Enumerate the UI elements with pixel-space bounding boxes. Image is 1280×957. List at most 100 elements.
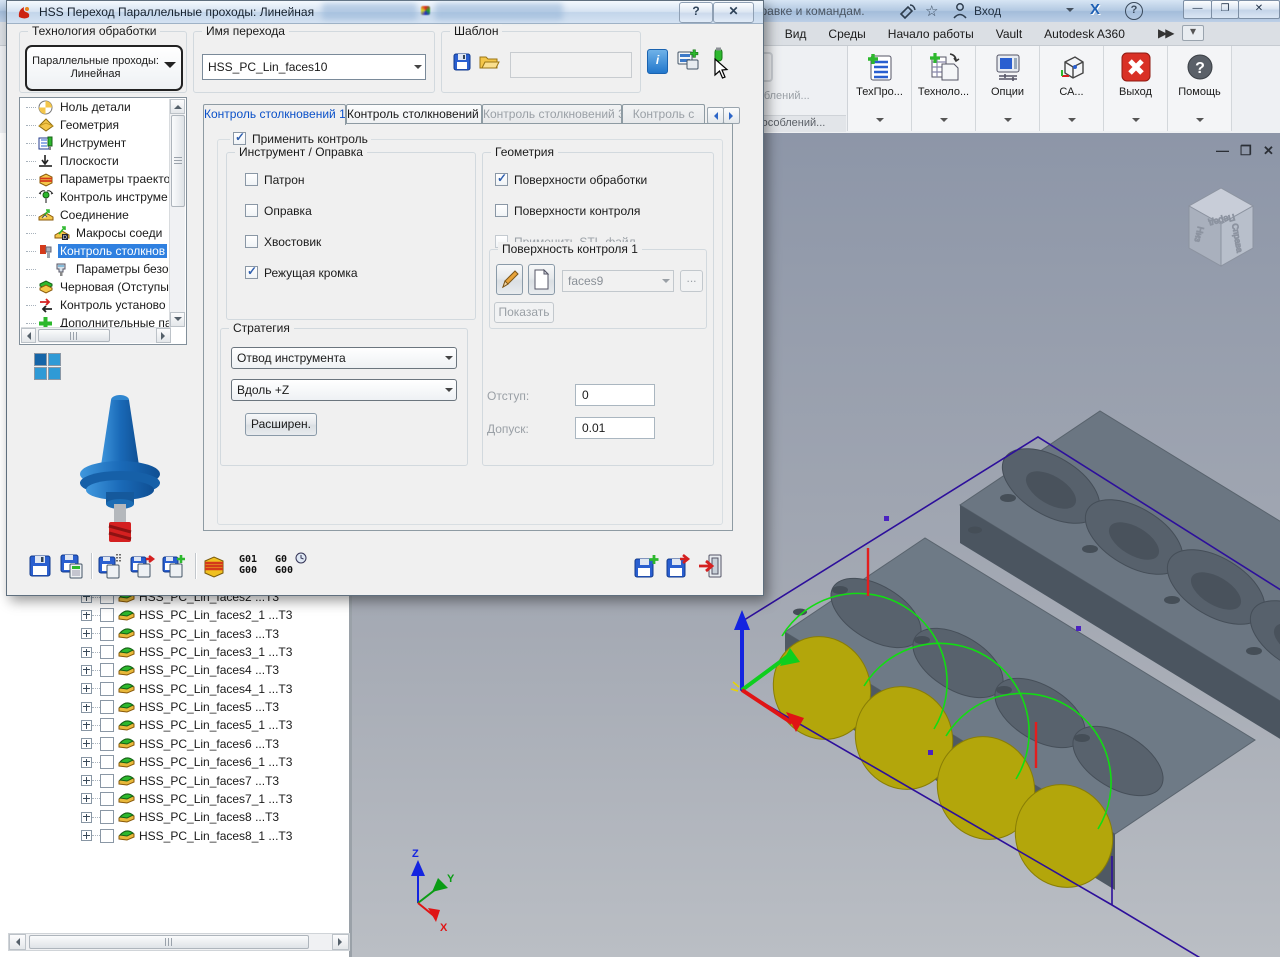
open-template-icon[interactable] bbox=[478, 52, 500, 72]
visibility-checkbox[interactable] bbox=[100, 828, 114, 843]
scroll-right-icon[interactable] bbox=[332, 934, 349, 950]
visibility-checkbox[interactable] bbox=[100, 626, 114, 641]
ribbon-tab-4[interactable]: Vault bbox=[996, 27, 1022, 41]
direction-combo[interactable]: Вдоль +Z bbox=[231, 379, 457, 401]
strategy-combo[interactable]: Отвод инструмента bbox=[231, 347, 457, 369]
ribbon-collapse-icon[interactable]: ▾ bbox=[1182, 25, 1204, 41]
browser-item-11[interactable]: HSS_PC_Lin_faces7_1 ...T3 bbox=[0, 790, 292, 808]
visibility-checkbox[interactable] bbox=[100, 718, 114, 733]
dropdown-caret-icon[interactable] bbox=[875, 118, 884, 126]
checkbox[interactable] bbox=[495, 204, 508, 217]
expand-plus-icon[interactable] bbox=[81, 793, 92, 805]
dialog-titlebar[interactable]: HSS Переход Параллельные проходы: Линейн… bbox=[7, 1, 763, 24]
expand-plus-icon[interactable] bbox=[81, 628, 92, 640]
app-close-button[interactable]: ✕ bbox=[1238, 0, 1280, 19]
tool-check-0[interactable]: Патрон bbox=[245, 173, 358, 187]
transition-name-combo[interactable]: HSS_PC_Lin_faces10 bbox=[202, 54, 426, 80]
control-surface-combo[interactable]: faces9 bbox=[562, 270, 674, 292]
save-compute-icon[interactable] bbox=[59, 553, 85, 579]
favorites-star-icon[interactable]: ☆ bbox=[925, 2, 938, 20]
show-button[interactable]: Показать bbox=[494, 302, 554, 323]
visibility-checkbox[interactable] bbox=[100, 645, 114, 660]
browser-item-1[interactable]: HSS_PC_Lin_faces2_1 ...T3 bbox=[0, 606, 292, 624]
browser-item-4[interactable]: HSS_PC_Lin_faces4 ...T3 bbox=[0, 661, 279, 679]
ribbon-button-cam[interactable]: СА... bbox=[1040, 46, 1104, 131]
tree-item-9[interactable]: Параметры безо bbox=[20, 260, 186, 278]
browser-item-2[interactable]: HSS_PC_Lin_faces3 ...T3 bbox=[0, 625, 279, 643]
save-add-icon[interactable] bbox=[633, 553, 659, 579]
compute-run-icon[interactable] bbox=[129, 553, 155, 579]
offset-field[interactable]: 0 bbox=[575, 384, 655, 406]
expand-plus-icon[interactable] bbox=[81, 830, 92, 842]
exit-dialog-icon[interactable] bbox=[697, 553, 723, 579]
template-field[interactable] bbox=[510, 52, 632, 78]
tolerance-field[interactable]: 0.01 bbox=[575, 417, 655, 439]
tree-item-3[interactable]: Плоскости bbox=[20, 152, 186, 170]
browse-surface-button[interactable]: ... bbox=[680, 270, 703, 292]
dropdown-caret-icon[interactable] bbox=[1195, 118, 1204, 126]
browser-item-8[interactable]: HSS_PC_Lin_faces6 ...T3 bbox=[0, 735, 279, 753]
visibility-checkbox[interactable] bbox=[100, 663, 114, 678]
expand-plus-icon[interactable] bbox=[81, 756, 92, 768]
apply-settings-icon[interactable] bbox=[675, 48, 702, 75]
ribbon-tab-1[interactable]: Вид bbox=[785, 27, 807, 41]
ribbon-button-exit[interactable]: Выход bbox=[1104, 46, 1168, 131]
dropdown-caret-icon[interactable] bbox=[1067, 118, 1076, 126]
browser-item-6[interactable]: HSS_PC_Lin_faces5 ...T3 bbox=[0, 698, 279, 716]
info-button[interactable]: i bbox=[647, 49, 668, 74]
browser-item-9[interactable]: HSS_PC_Lin_faces6_1 ...T3 bbox=[0, 753, 292, 771]
browser-hscroll-thumb[interactable] bbox=[29, 935, 309, 949]
browser-item-10[interactable]: HSS_PC_Lin_faces7 ...T3 bbox=[0, 772, 279, 790]
tree-item-7[interactable]: D Макросы соеди bbox=[20, 224, 186, 242]
doc-restore-button[interactable]: ❐ bbox=[1240, 144, 1252, 158]
visibility-checkbox[interactable] bbox=[100, 791, 114, 806]
visibility-checkbox[interactable] bbox=[100, 608, 114, 623]
expand-plus-icon[interactable] bbox=[81, 609, 92, 621]
technology-combo[interactable]: Параллельные проходы: Линейная bbox=[25, 45, 183, 91]
tab-scroll-left[interactable] bbox=[707, 107, 724, 124]
tree-item-8[interactable]: Контроль столкнов bbox=[20, 242, 186, 260]
dialog-close-button[interactable]: ✕ bbox=[713, 2, 754, 23]
visibility-checkbox[interactable] bbox=[100, 773, 114, 788]
scroll-left-icon[interactable] bbox=[21, 328, 36, 343]
checkbox[interactable] bbox=[245, 235, 258, 248]
ribbon-tab-5[interactable]: Autodesk A360 bbox=[1044, 27, 1125, 41]
tree-item-2[interactable]: Инструмент bbox=[20, 134, 186, 152]
save-icon[interactable] bbox=[27, 553, 53, 579]
expand-plus-icon[interactable] bbox=[81, 683, 92, 695]
tree-item-10[interactable]: Черновая (Отступы bbox=[20, 278, 186, 296]
tab-collision-2[interactable]: Контроль столкновений 2 bbox=[346, 104, 482, 124]
signin-caret-icon[interactable] bbox=[1066, 8, 1074, 16]
tree-hscrollbar[interactable] bbox=[21, 327, 171, 343]
browser-item-12[interactable]: HSS_PC_Lin_faces8 ...T3 bbox=[0, 808, 279, 826]
checkbox[interactable] bbox=[495, 171, 508, 186]
edit-surface-button[interactable] bbox=[496, 264, 523, 295]
checkbox[interactable] bbox=[233, 130, 246, 145]
scroll-up-icon[interactable] bbox=[170, 99, 185, 114]
tab-collision-3[interactable]: Контроль столкновений 3 bbox=[482, 104, 622, 124]
compute-add-icon[interactable] bbox=[161, 553, 187, 579]
expand-plus-icon[interactable] bbox=[81, 811, 92, 823]
expand-plus-icon[interactable] bbox=[81, 775, 92, 786]
geometry-check-0[interactable]: Поверхности обработки bbox=[495, 171, 647, 187]
expand-plus-icon[interactable] bbox=[81, 664, 92, 676]
tree-hscroll-thumb[interactable] bbox=[38, 329, 110, 342]
tab-collision-4[interactable]: Контроль с bbox=[622, 104, 705, 124]
visibility-checkbox[interactable] bbox=[100, 755, 114, 770]
dropdown-caret-icon[interactable] bbox=[1003, 118, 1012, 126]
compute-list-icon[interactable] bbox=[97, 553, 123, 579]
visibility-checkbox[interactable] bbox=[100, 681, 114, 696]
advanced-button[interactable]: Расширен. bbox=[245, 413, 317, 436]
tree-item-0[interactable]: Ноль детали bbox=[20, 98, 186, 116]
app-restore-button[interactable]: ❐ bbox=[1211, 0, 1239, 19]
tab-collision-1[interactable]: Контроль столкновений 1 bbox=[203, 104, 346, 125]
expand-plus-icon[interactable] bbox=[81, 719, 92, 731]
ribbon-tab-3[interactable]: Начало работы bbox=[888, 27, 974, 41]
tree-vscrollbar[interactable] bbox=[169, 99, 185, 327]
dialog-help-button[interactable]: ? bbox=[679, 2, 713, 23]
help-icon[interactable]: ? bbox=[1125, 2, 1143, 20]
browser-item-3[interactable]: HSS_PC_Lin_faces3_1 ...T3 bbox=[0, 643, 292, 661]
scroll-right-icon[interactable] bbox=[156, 328, 171, 343]
tab-scroll-right[interactable] bbox=[723, 107, 740, 124]
doc-minimize-button[interactable]: — bbox=[1216, 144, 1229, 158]
